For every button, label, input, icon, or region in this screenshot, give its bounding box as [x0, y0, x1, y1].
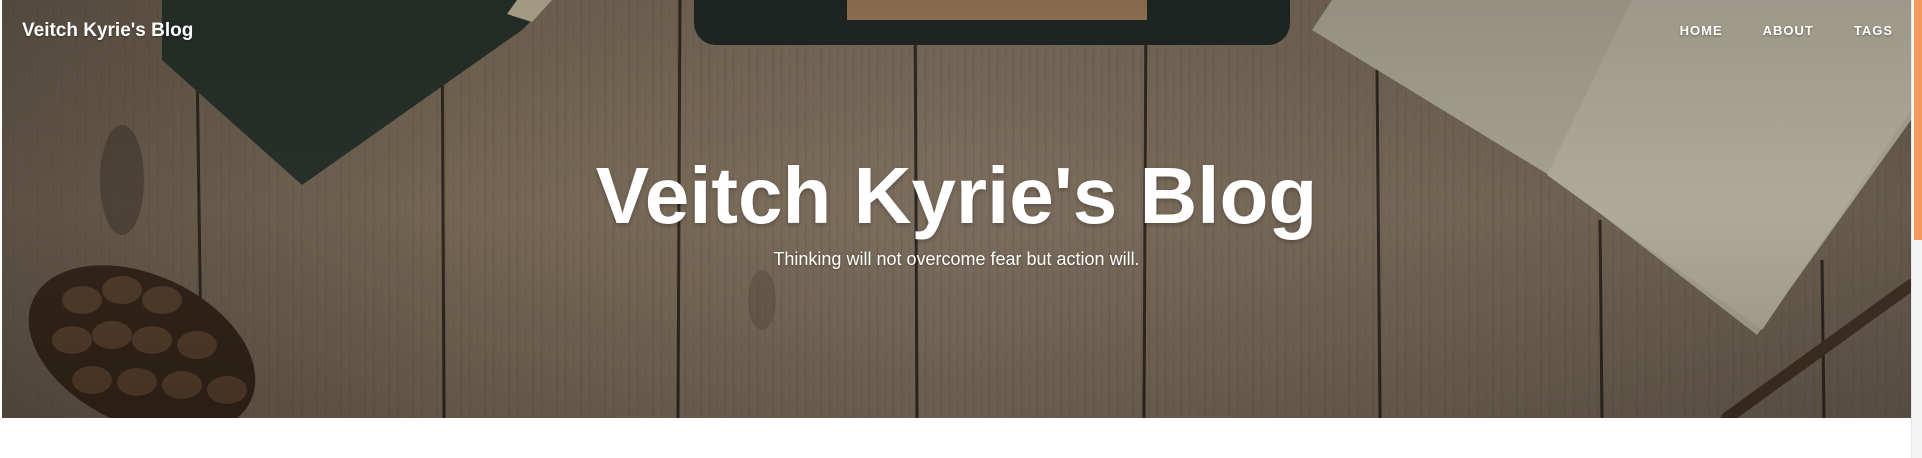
scrollbar-thumb[interactable]	[1914, 0, 1922, 240]
hero-header: Veitch Kyrie's Blog HOME ABOUT TAGS Veit…	[2, 0, 1911, 418]
hero-title: Veitch Kyrie's Blog	[595, 151, 1318, 240]
top-navbar: Veitch Kyrie's Blog HOME ABOUT TAGS	[2, 0, 1911, 62]
blog-page: Veitch Kyrie's Blog HOME ABOUT TAGS Veit…	[0, 0, 1922, 458]
hero-subtitle: Thinking will not overcome fear but acti…	[773, 249, 1140, 269]
site-brand-link[interactable]: Veitch Kyrie's Blog	[22, 20, 193, 42]
nav-links: HOME ABOUT TAGS	[1640, 23, 1893, 38]
nav-link-home[interactable]: HOME	[1680, 23, 1723, 38]
nav-link-about[interactable]: ABOUT	[1763, 23, 1814, 38]
hero-heading-block: Veitch Kyrie's Blog Thinking will not ov…	[2, 148, 1911, 270]
page-scrollbar[interactable]	[1911, 0, 1922, 458]
nav-link-tags[interactable]: TAGS	[1854, 23, 1893, 38]
main-content-area	[0, 418, 1911, 458]
